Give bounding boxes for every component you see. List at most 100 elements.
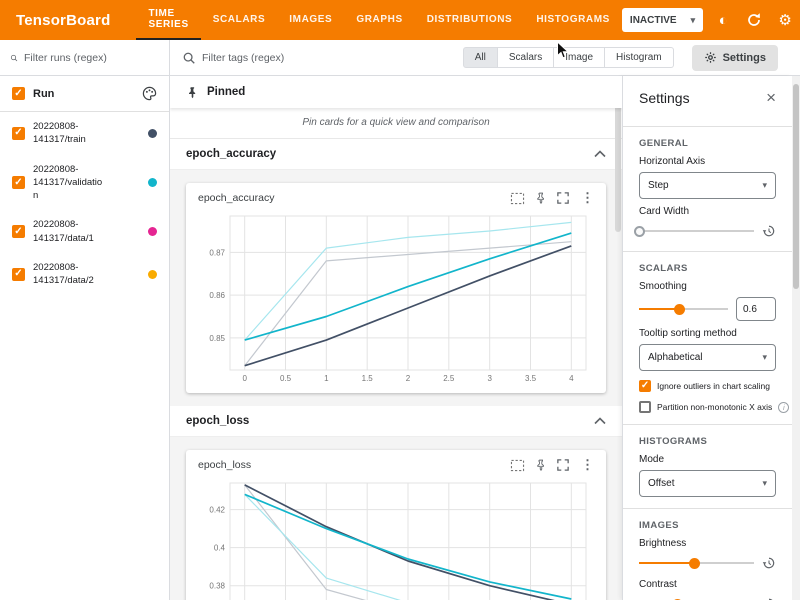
smoothing-slider[interactable]: [639, 300, 728, 318]
epoch-accuracy-chart[interactable]: .tk{font:8px "Liberation Sans",sans-seri…: [194, 210, 598, 388]
tooltip-sorting-label: Tooltip sorting method: [639, 328, 776, 339]
run-list-item[interactable]: ✓ 20220808-141317/data/1: [0, 210, 169, 253]
runs-header-label: Run: [33, 88, 134, 100]
svg-text:0: 0: [242, 374, 247, 383]
run-name: 20220808-141317/validation: [33, 163, 107, 203]
card-width-slider[interactable]: [639, 222, 754, 240]
filter-all-button[interactable]: All: [463, 47, 498, 68]
filter-histogram-button[interactable]: Histogram: [605, 47, 674, 68]
pin-hint-text: Pin cards for a quick view and compariso…: [170, 108, 622, 139]
run-color-dot[interactable]: [148, 178, 157, 187]
more-options-icon[interactable]: ⋮: [579, 190, 596, 206]
divider: [623, 424, 792, 425]
check-glyph: ✓: [14, 128, 22, 138]
refresh-icon[interactable]: [743, 9, 765, 31]
reset-icon[interactable]: [762, 224, 776, 238]
card-zone: epoch_loss: [170, 437, 622, 600]
run-color-dot[interactable]: [148, 227, 157, 236]
run-name: 20220808-141317/data/1: [33, 218, 107, 245]
section-header[interactable]: epoch_accuracy: [170, 139, 622, 170]
reset-icon[interactable]: [762, 556, 776, 570]
run-checkbox[interactable]: ✓: [12, 225, 25, 238]
tab-graphs[interactable]: GRAPHS: [344, 0, 414, 40]
filter-runs-input[interactable]: [24, 52, 159, 64]
tab-scalars[interactable]: SCALARS: [201, 0, 278, 40]
reload-status-dropdown[interactable]: INACTIVE ▾: [622, 8, 703, 32]
tab-images[interactable]: IMAGES: [277, 0, 344, 40]
select-all-runs-checkbox[interactable]: ✓: [12, 87, 25, 100]
settings-gear-icon[interactable]: ⚙: [774, 9, 796, 31]
status-value: INACTIVE: [630, 15, 677, 26]
horizontal-axis-select[interactable]: Step ▾: [639, 172, 776, 199]
fit-to-data-icon[interactable]: [510, 459, 525, 472]
palette-icon[interactable]: [142, 86, 157, 101]
card-header: epoch_loss: [192, 455, 600, 477]
check-glyph: ✓: [14, 227, 22, 237]
collapse-chevron-icon[interactable]: [594, 150, 606, 158]
page-scrollbar[interactable]: [792, 76, 800, 600]
run-checkbox[interactable]: ✓: [12, 268, 25, 281]
pin-icon[interactable]: [535, 192, 547, 204]
tab-distributions[interactable]: DISTRIBUTIONS: [415, 0, 525, 40]
svg-text:4: 4: [569, 374, 574, 383]
fit-to-data-icon[interactable]: [510, 192, 525, 205]
collapse-chevron-icon[interactable]: [594, 417, 606, 425]
histograms-section-heading: HISTOGRAMS: [639, 436, 776, 447]
more-options-icon[interactable]: ⋮: [579, 457, 596, 473]
scalar-card-epoch-accuracy: epoch_accuracy: [186, 183, 606, 393]
fullscreen-icon[interactable]: [557, 192, 569, 204]
search-icon: [10, 51, 18, 65]
scrollbar-thumb[interactable]: [793, 84, 799, 289]
partition-x-axis-label: Partition non-monotonic X axis: [657, 402, 772, 412]
main-scrollbar[interactable]: [614, 76, 622, 600]
divider: [623, 251, 792, 252]
gear-icon: [704, 51, 717, 64]
run-checkbox[interactable]: ✓: [12, 176, 25, 189]
divider: [623, 126, 792, 127]
card-width-label: Card Width: [639, 206, 776, 217]
run-color-dot[interactable]: [148, 129, 157, 138]
slider-thumb[interactable]: [674, 304, 685, 315]
partition-x-axis-row[interactable]: ✓ Partition non-monotonic X axis i: [639, 401, 776, 413]
settings-panel-title: Settings: [639, 90, 690, 106]
filter-toolbar: All Scalars Image Histogram Settings: [0, 40, 800, 76]
check-glyph: ✓: [641, 381, 649, 391]
brightness-slider[interactable]: [639, 554, 754, 572]
smoothing-value-input[interactable]: 0.6: [736, 297, 776, 321]
close-icon[interactable]: ×: [766, 89, 776, 106]
filter-scalars-button[interactable]: Scalars: [498, 47, 554, 68]
settings-button-label: Settings: [723, 52, 766, 64]
epoch-loss-chart[interactable]: .tk{font:8px "Liberation Sans",sans-seri…: [194, 477, 598, 600]
histogram-mode-select[interactable]: Offset ▾: [639, 470, 776, 497]
info-icon[interactable]: i: [778, 402, 789, 413]
filter-tags-input[interactable]: [202, 52, 352, 64]
search-icon: [182, 51, 196, 65]
images-section-heading: IMAGES: [639, 520, 776, 531]
contrast-slider[interactable]: [639, 595, 754, 600]
pinned-section-header[interactable]: Pinned: [170, 76, 622, 108]
slider-thumb[interactable]: [634, 226, 645, 237]
card-toolbar: ⋮: [510, 457, 596, 473]
filter-image-button[interactable]: Image: [554, 47, 605, 68]
ignore-outliers-checkbox[interactable]: ✓: [639, 380, 651, 392]
tab-time-series[interactable]: TIME SERIES: [136, 0, 200, 40]
run-list-item[interactable]: ✓ 20220808-141317/data/2: [0, 253, 169, 296]
theme-toggle-icon[interactable]: ◐: [712, 9, 734, 31]
settings-button[interactable]: Settings: [692, 45, 778, 71]
slider-thumb[interactable]: [689, 558, 700, 569]
run-checkbox[interactable]: ✓: [12, 127, 25, 140]
svg-text:0.87: 0.87: [209, 248, 225, 257]
partition-x-axis-checkbox[interactable]: ✓: [639, 401, 651, 413]
smoothing-label: Smoothing: [639, 281, 776, 292]
section-header[interactable]: epoch_loss: [170, 406, 622, 437]
pin-icon[interactable]: [535, 459, 547, 471]
run-color-dot[interactable]: [148, 270, 157, 279]
horizontal-axis-value: Step: [648, 180, 669, 191]
run-list-item[interactable]: ✓ 20220808-141317/train: [0, 112, 169, 155]
fullscreen-icon[interactable]: [557, 459, 569, 471]
tab-histograms[interactable]: HISTOGRAMS: [524, 0, 622, 40]
ignore-outliers-row[interactable]: ✓ Ignore outliers in chart scaling: [639, 380, 776, 392]
tooltip-sorting-select[interactable]: Alphabetical ▾: [639, 344, 776, 371]
app-logo: TensorBoard: [16, 12, 110, 29]
run-list-item[interactable]: ✓ 20220808-141317/validation: [0, 155, 169, 211]
